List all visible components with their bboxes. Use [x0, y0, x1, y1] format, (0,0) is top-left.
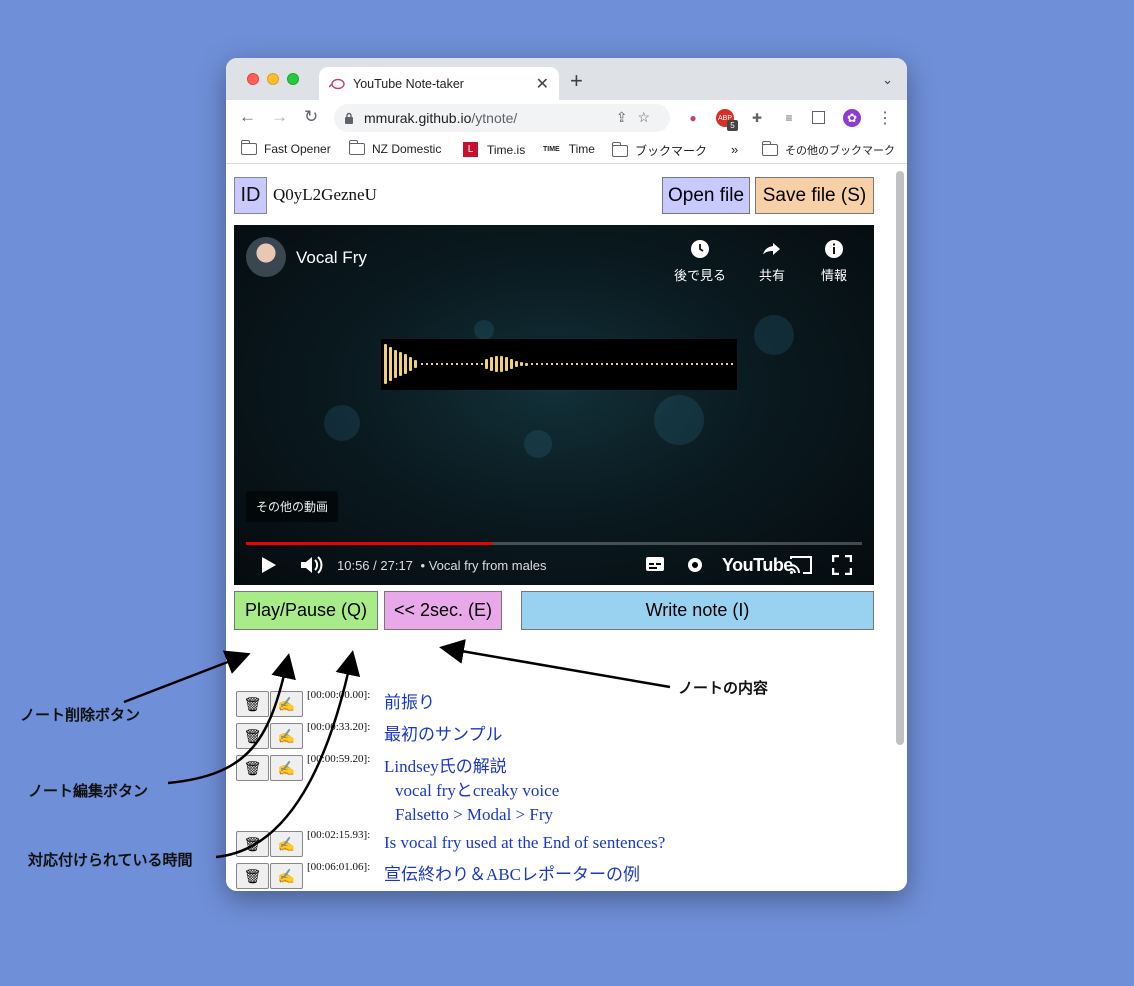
callout-delete-button: ノート削除ボタン: [20, 706, 141, 724]
callout-note-content: ノートの内容: [678, 679, 769, 697]
callout-time-stamp: 対応付けられている時間: [28, 851, 193, 869]
callout-edit-button: ノート編集ボタン: [28, 782, 149, 800]
annotation-arrows: [123, 639, 671, 859]
